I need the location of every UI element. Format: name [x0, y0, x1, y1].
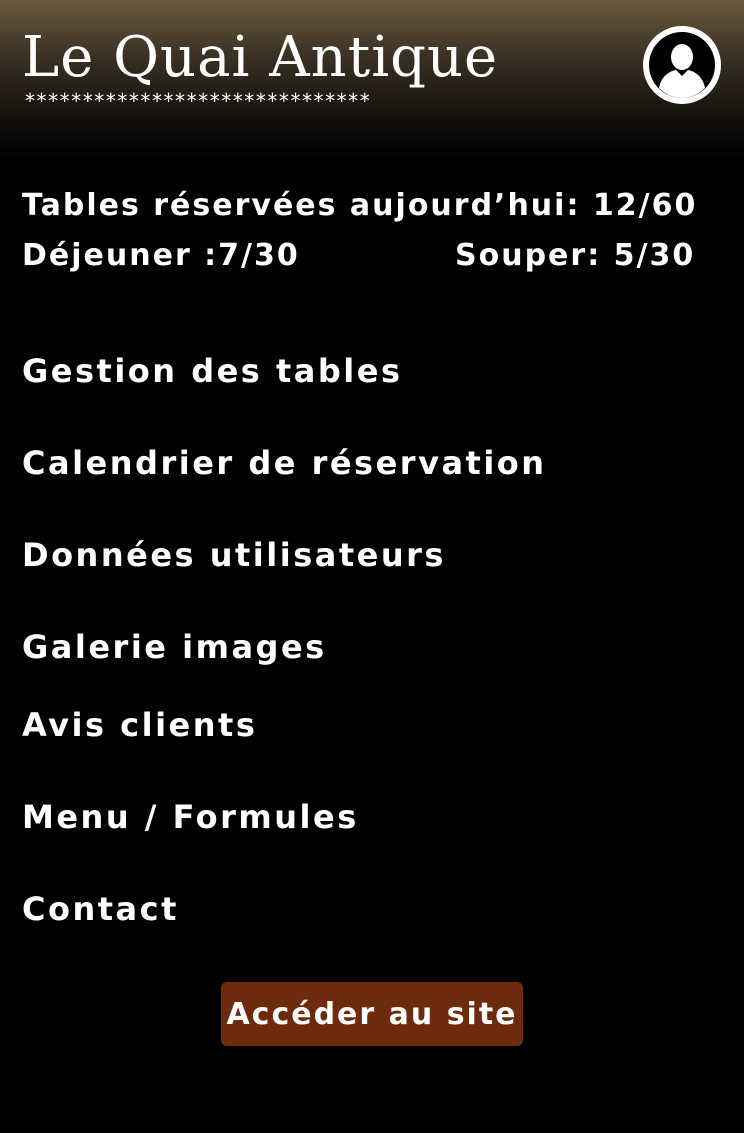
title-decoration: ****************************** [24, 89, 371, 113]
header: Le Quai Antique ************************… [0, 0, 744, 160]
nav-user-data[interactable]: Données utilisateurs [22, 533, 446, 577]
site-title: Le Quai Antique [22, 25, 499, 90]
nav-contact[interactable]: Contact [22, 887, 179, 931]
nav-booking-calendar[interactable]: Calendrier de réservation [22, 441, 547, 485]
go-to-site-button[interactable]: Accéder au site [221, 982, 523, 1046]
user-profile-icon [649, 32, 715, 98]
lunch-reservations: Déjeuner :7/30 [22, 238, 300, 273]
meal-stats-row: Déjeuner :7/30 Souper: 5/30 [22, 228, 712, 280]
nav-table-management[interactable]: Gestion des tables [22, 349, 403, 393]
nav-menu-formulas[interactable]: Menu / Formules [22, 795, 359, 839]
user-profile-button[interactable] [643, 26, 721, 104]
reservation-stats: Tables réservées aujourd’hui: 12/60 Déje… [22, 184, 712, 280]
dinner-reservations: Souper: 5/30 [455, 238, 696, 273]
nav-image-gallery[interactable]: Galerie images [22, 625, 327, 669]
nav-customer-reviews[interactable]: Avis clients [22, 703, 257, 747]
tables-reserved-today: Tables réservées aujourd’hui: 12/60 [22, 188, 698, 223]
